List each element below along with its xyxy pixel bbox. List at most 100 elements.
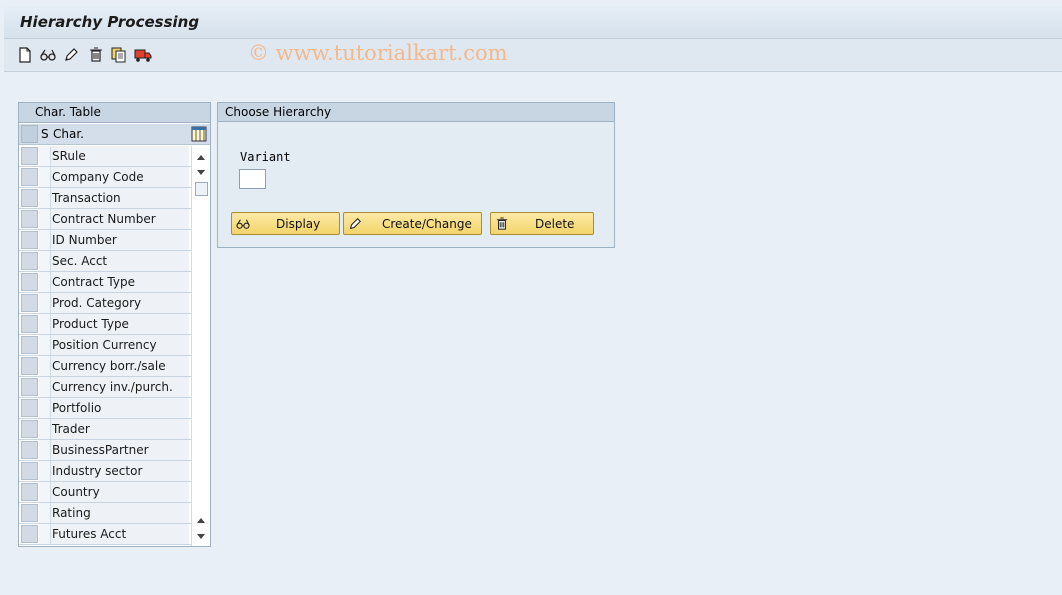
row-selector[interactable] [21, 294, 38, 312]
row-char-cell[interactable]: Sec. Acct [51, 251, 189, 271]
table-row[interactable]: Industry sector [19, 461, 191, 482]
row-selector[interactable] [21, 147, 38, 165]
row-selector[interactable] [21, 399, 38, 417]
row-selector[interactable] [21, 168, 38, 186]
new-document-icon[interactable] [16, 46, 34, 64]
variant-input[interactable] [239, 169, 266, 189]
row-char-cell[interactable]: Futures Acct [51, 524, 189, 544]
table-row[interactable]: Futures Acct [19, 524, 191, 545]
row-selector[interactable] [21, 441, 38, 459]
table-row[interactable]: Trader [19, 419, 191, 440]
edit-pencil-icon[interactable] [62, 46, 80, 64]
row-s-cell [39, 398, 51, 418]
column-header-char[interactable]: Char. [53, 127, 84, 141]
row-selector[interactable] [21, 336, 38, 354]
scroll-page-down-icon[interactable] [195, 531, 207, 543]
delete-button[interactable]: Delete [490, 212, 594, 235]
table-row[interactable]: Contract Number [19, 209, 191, 230]
table-row[interactable]: Transaction [19, 188, 191, 209]
select-all-cell[interactable] [21, 125, 38, 143]
create-change-button-label: Create/Change [382, 217, 472, 231]
row-s-cell [39, 482, 51, 502]
row-char-cell[interactable]: Transaction [51, 188, 189, 208]
vertical-scrollbar[interactable] [191, 146, 210, 546]
row-char-cell[interactable]: BusinessPartner [51, 440, 189, 460]
title-bar: Hierarchy Processing [4, 6, 1062, 39]
row-selector[interactable] [21, 210, 38, 228]
table-row[interactable]: Prod. Category [19, 293, 191, 314]
table-row[interactable]: Country [19, 482, 191, 503]
row-char-cell[interactable]: Position Currency [51, 335, 189, 355]
row-s-cell [39, 230, 51, 250]
row-char-cell[interactable]: Country [51, 482, 189, 502]
row-selector[interactable] [21, 504, 38, 522]
scroll-thumb[interactable] [195, 182, 208, 196]
row-s-cell [39, 209, 51, 229]
row-s-cell [39, 503, 51, 523]
row-selector[interactable] [21, 483, 38, 501]
table-row[interactable]: Position Currency [19, 335, 191, 356]
row-char-cell[interactable]: Currency borr./sale [51, 356, 189, 376]
variant-label: Variant [240, 150, 291, 164]
table-settings-icon[interactable] [191, 126, 207, 142]
row-char-cell[interactable]: Company Code [51, 167, 189, 187]
table-row[interactable]: Contract Type [19, 272, 191, 293]
row-char-cell[interactable]: Trader [51, 419, 189, 439]
row-selector[interactable] [21, 420, 38, 438]
table-row[interactable]: Company Code [19, 167, 191, 188]
scroll-page-up-icon[interactable] [195, 514, 207, 526]
row-s-cell [39, 167, 51, 187]
row-selector[interactable] [21, 189, 38, 207]
table-row[interactable]: Portfolio [19, 398, 191, 419]
row-selector[interactable] [21, 357, 38, 375]
table-row[interactable]: Currency inv./purch. [19, 377, 191, 398]
row-s-cell [39, 377, 51, 397]
table-row[interactable]: Product Type [19, 314, 191, 335]
row-char-cell[interactable]: Prod. Category [51, 293, 189, 313]
table-row[interactable]: ID Number [19, 230, 191, 251]
row-s-cell [39, 440, 51, 460]
char-table-header: S Char. [19, 124, 210, 145]
row-selector[interactable] [21, 273, 38, 291]
delete-button-label: Delete [535, 217, 575, 231]
row-s-cell [39, 461, 51, 481]
row-char-cell[interactable]: Product Type [51, 314, 189, 334]
row-char-cell[interactable]: Industry sector [51, 461, 189, 481]
row-char-cell[interactable]: SRule [51, 146, 189, 166]
display-button[interactable]: Display [231, 212, 340, 235]
row-s-cell [39, 419, 51, 439]
row-selector[interactable] [21, 525, 38, 543]
row-selector[interactable] [21, 462, 38, 480]
table-row[interactable]: BusinessPartner [19, 440, 191, 461]
row-selector[interactable] [21, 252, 38, 270]
table-row[interactable]: Currency borr./sale [19, 356, 191, 377]
row-char-cell[interactable]: ID Number [51, 230, 189, 250]
table-row[interactable]: Rating [19, 503, 191, 524]
transport-truck-icon[interactable] [134, 46, 152, 64]
row-char-cell[interactable]: Currency inv./purch. [51, 377, 189, 397]
row-selector[interactable] [21, 315, 38, 333]
scroll-up-icon[interactable] [195, 151, 207, 163]
char-table-title: Char. Table [19, 103, 210, 123]
row-s-cell [39, 524, 51, 544]
row-selector[interactable] [21, 378, 38, 396]
table-row[interactable]: Sec. Acct [19, 251, 191, 272]
row-selector[interactable] [21, 231, 38, 249]
create-change-button[interactable]: Create/Change [343, 212, 482, 235]
row-char-cell[interactable]: Contract Type [51, 272, 189, 292]
display-glasses-icon[interactable] [39, 46, 57, 64]
delete-trash-icon[interactable] [87, 46, 105, 64]
choose-hierarchy-panel: Choose Hierarchy Variant Display Create/… [217, 102, 615, 248]
char-table-panel: Char. Table S Char. SRule Company Code T… [18, 102, 211, 547]
table-row[interactable]: SRule [19, 146, 191, 167]
row-s-cell [39, 251, 51, 271]
row-char-cell[interactable]: Portfolio [51, 398, 189, 418]
copy-icon[interactable] [110, 46, 128, 64]
row-char-cell[interactable]: Contract Number [51, 209, 189, 229]
row-s-cell [39, 335, 51, 355]
display-glasses-icon [235, 216, 251, 232]
column-header-s: S [41, 127, 49, 141]
row-s-cell [39, 356, 51, 376]
scroll-down-icon[interactable] [195, 167, 207, 179]
row-char-cell[interactable]: Rating [51, 503, 189, 523]
